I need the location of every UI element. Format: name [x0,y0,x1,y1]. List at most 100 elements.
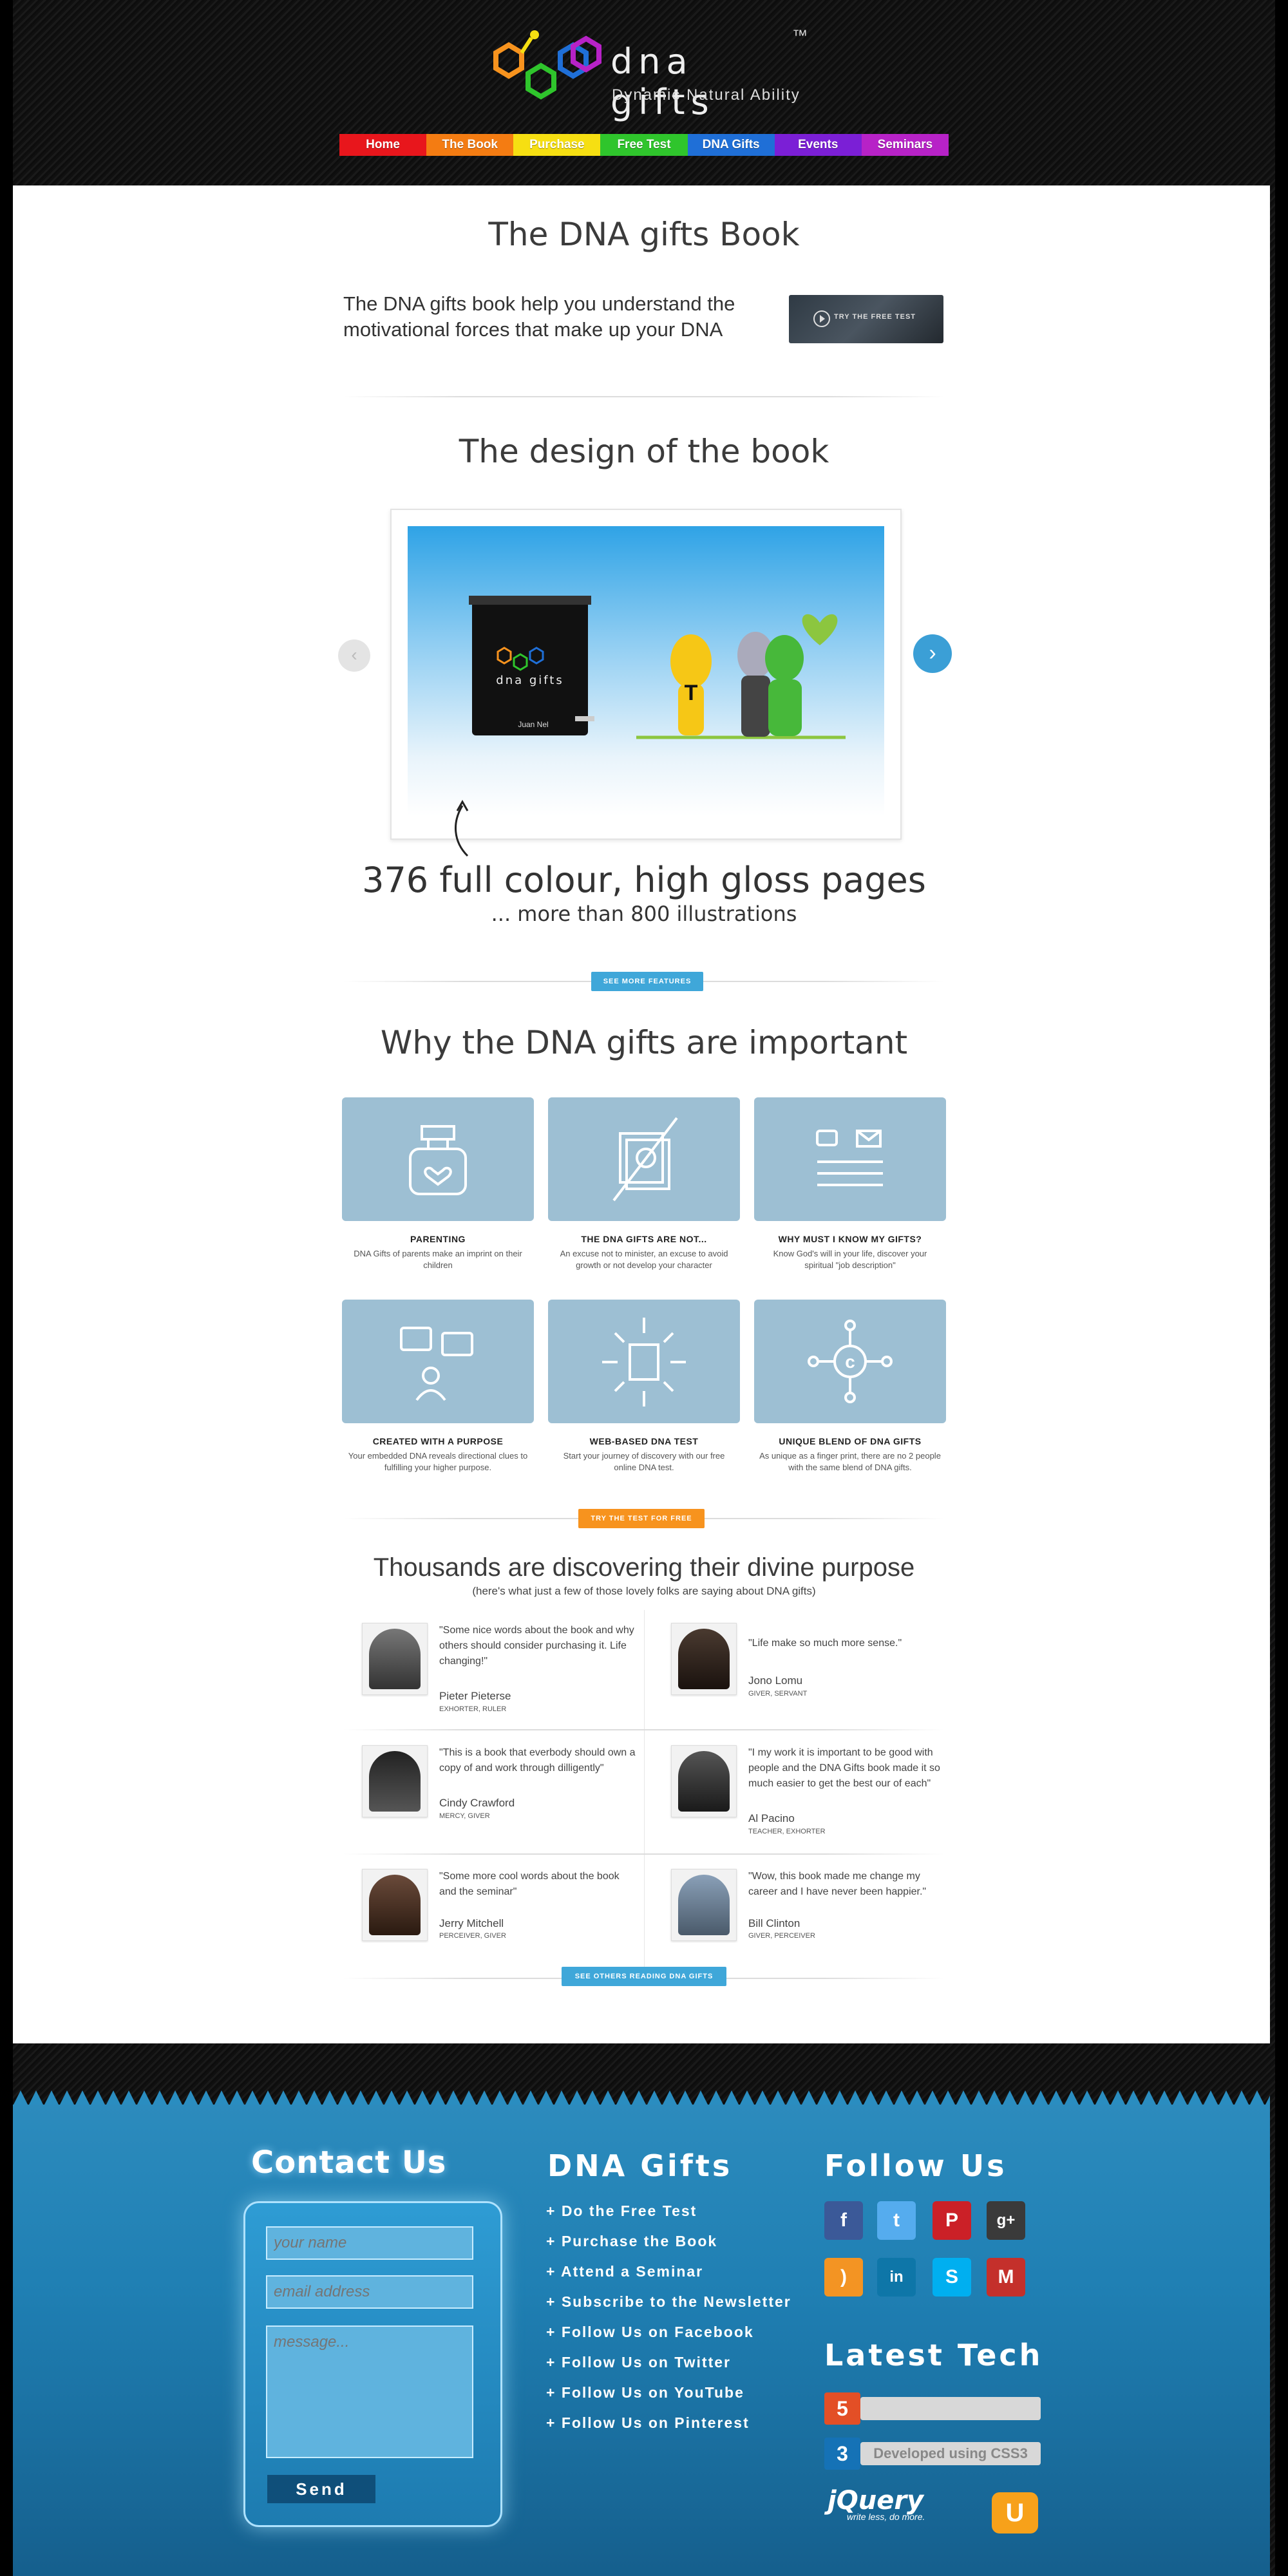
nav-item-events[interactable]: Events [774,134,862,156]
nav-item-dna-gifts[interactable]: DNA Gifts [687,134,775,156]
main-nav: Home The Book Purchase Free Test DNA Gif… [339,134,949,156]
feature-box: c [754,1300,946,1423]
testimonial-role: TEACHER, EXHORTER [748,1828,826,1835]
testimonial-quote: "Some more cool words about the book and… [439,1871,620,1897]
feature-card: WHY MUST I KNOW MY GIFTS? Know God's wil… [754,1097,946,1271]
feature-description: DNA Gifts of parents make an imprint on … [354,1249,522,1270]
svg-text:T: T [685,681,698,705]
testimonials-title: Thousands are discovering their divine p… [373,1553,915,1582]
testimonial-card: "I my work it is important to be good wi… [652,1732,953,1842]
trademark-mark: ™ [792,27,808,44]
testimonial-role: GIVER, PERCEIVER [748,1932,815,1940]
feature-card: WEB-BASED DNA TEST Start your journey of… [548,1300,740,1473]
html5-icon: 5 [824,2392,860,2425]
logo-tagline: Dynamic Natural Ability [612,86,800,104]
footer-link-free-test[interactable]: + Do the Free Test [546,2202,697,2220]
undo-badge-icon: U [992,2492,1038,2533]
footer-link-seminar[interactable]: + Attend a Seminar [546,2263,703,2280]
avatar [671,1869,737,1941]
testimonials-divider [644,1610,645,1977]
footer-link-youtube[interactable]: + Follow Us on YouTube [546,2384,744,2401]
right-edge [1275,0,1288,2576]
section-divider [343,396,945,397]
slider-next-button[interactable]: › [913,634,952,673]
testimonial-card: "Wow, this book made me change my career… [652,1856,953,1965]
send-button[interactable]: Send [267,2475,375,2503]
why-section-title: Why the DNA gifts are important [380,1024,908,1061]
book-intro-text: The DNA gifts book help you understand t… [343,292,735,341]
testimonial-quote: "Wow, this book made me change my career… [748,1871,927,1897]
feature-card: c UNIQUE BLEND OF DNA GIFTS As unique as… [754,1300,946,1473]
testimonial-card: "This is a book that everbody should own… [343,1732,644,1842]
nav-item-free-test[interactable]: Free Test [600,134,688,156]
slider-prev-button[interactable]: ‹ [338,639,370,672]
pinterest-icon[interactable]: P [933,2201,971,2240]
linkedin-icon[interactable]: in [877,2258,916,2297]
testimonial-name: Jerry Mitchell [439,1917,504,1929]
slide-book-title: dna gifts [496,674,564,687]
book-illustration: dna gifts Juan Nel T [469,596,846,739]
footer-link-twitter[interactable]: + Follow Us on Twitter [546,2354,731,2371]
slide-book-author: Juan Nel [518,720,548,729]
feature-title: PARENTING [410,1234,466,1244]
feature-card: CREATED WITH A PURPOSE Your embedded DNA… [342,1300,534,1473]
testimonials-subtitle: (here's what just a few of those lovely … [472,1585,816,1597]
footer-link-purchase[interactable]: + Purchase the Book [546,2233,717,2250]
feature-description: An excuse not to minister, an excuse to … [560,1249,728,1270]
try-test-free-button[interactable]: TRY THE TEST FOR FREE [578,1509,705,1528]
follow-title: Follow Us [824,2148,1007,2183]
avatar [362,1623,428,1695]
nav-item-purchase[interactable]: Purchase [513,134,601,156]
nav-item-the-book[interactable]: The Book [426,134,514,156]
feature-title: WHY MUST I KNOW MY GIFTS? [778,1234,922,1244]
footer-link-pinterest[interactable]: + Follow Us on Pinterest [546,2414,750,2432]
feature-box [342,1097,534,1221]
name-field[interactable] [266,2226,473,2260]
feature-description: Your embedded DNA reveals directional cl… [348,1451,528,1472]
see-more-features-button[interactable]: SEE MORE FEATURES [591,972,703,991]
feature-card: THE DNA GIFTS ARE NOT... An excuse not t… [548,1097,740,1271]
google-plus-icon[interactable]: g+ [987,2201,1025,2240]
testimonial-name: Cindy Crawford [439,1797,515,1809]
gmail-icon[interactable]: M [987,2258,1025,2297]
css3-icon: 3 [824,2438,860,2470]
nav-item-home[interactable]: Home [339,134,427,156]
rss-icon[interactable]: ) [824,2258,863,2297]
css3-badge: Developed using CSS3 [860,2442,1041,2465]
document-burst-icon [602,1318,686,1406]
avatar [362,1745,428,1817]
footer-link-newsletter[interactable]: + Subscribe to the Newsletter [546,2293,791,2311]
links-title: DNA Gifts [547,2148,733,2183]
facebook-icon[interactable]: f [824,2201,863,2240]
testimonial-card: "Some more cool words about the book and… [343,1856,644,1965]
testimonial-name: Jono Lomu [748,1674,803,1687]
feature-box [342,1300,534,1423]
avatar [362,1869,428,1941]
twitter-icon[interactable]: t [877,2201,916,2240]
pages-headline: 376 full colour, high gloss pages [362,860,926,900]
slide-image: dna gifts Juan Nel T [408,526,884,816]
avatar [671,1623,737,1695]
feature-box [548,1300,740,1423]
contact-form: Send [243,2201,502,2527]
feature-title: UNIQUE BLEND OF DNA GIFTS [779,1436,922,1446]
see-others-reading-button[interactable]: SEE OTHERS READING DNA GIFTS [562,1967,726,1986]
feature-title: CREATED WITH A PURPOSE [372,1436,504,1446]
site-logo[interactable]: dna gifts ™ Dynamic Natural Ability [489,27,811,122]
skype-icon[interactable]: S [933,2258,971,2297]
testimonial-card: "Life make so much more sense." Jono Lom… [652,1610,953,1719]
book-slider: dna gifts Juan Nel T [390,509,902,857]
testimonial-role: PERCEIVER, GIVER [439,1932,506,1940]
feature-title: WEB-BASED DNA TEST [589,1436,699,1446]
row-divider [343,1729,945,1730]
avatar [671,1745,737,1817]
footer-link-facebook[interactable]: + Follow Us on Facebook [546,2324,754,2341]
email-field[interactable] [266,2275,473,2309]
testimonial-card: "Some nice words about the book and why … [343,1610,644,1719]
free-test-video[interactable]: TRY THE FREE TEST [789,295,943,343]
message-field[interactable] [266,2325,473,2458]
feature-title: THE DNA GIFTS ARE NOT... [581,1234,707,1244]
nav-item-seminars[interactable]: Seminars [861,134,949,156]
testimonial-quote: "Some nice words about the book and why … [439,1625,634,1667]
book-section-title: The DNA gifts Book [488,216,800,253]
